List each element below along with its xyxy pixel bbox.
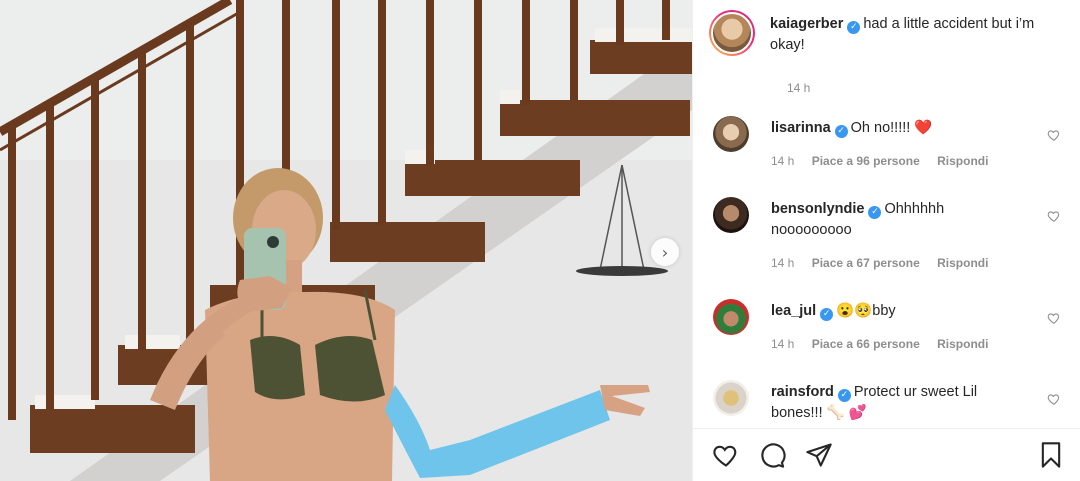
commenter-username[interactable]: rainsford [771, 384, 834, 400]
bookmark-icon[interactable] [1037, 441, 1065, 469]
comment-text-block: bensonlyndie ✓ Ohhhhhh nooooooooo [771, 199, 1021, 241]
verified-badge-icon: ✓ [834, 125, 848, 138]
comment-timestamp[interactable]: 14 h [771, 154, 794, 168]
post-action-bar [693, 428, 1080, 481]
comment-meta: 14 h Piace a 67 persone Rispondi [771, 256, 1002, 270]
author-username[interactable]: kaiagerber [770, 16, 843, 32]
author-avatar-image [711, 12, 753, 54]
comment-text-block: lisarinna ✓ Oh no!!!!! ❤️ [771, 118, 1021, 139]
comment-like-heart-icon[interactable] [1047, 128, 1061, 142]
commenter-avatar[interactable] [713, 197, 749, 233]
author-avatar[interactable] [709, 10, 755, 56]
photo-illustration [0, 0, 692, 481]
comment-meta: 14 h Piace a 66 persone Rispondi [771, 337, 1002, 351]
comment-timestamp[interactable]: 14 h [771, 256, 794, 270]
commenter-avatar[interactable] [713, 299, 749, 335]
comment-icon[interactable] [758, 441, 786, 469]
reply-button[interactable]: Rispondi [937, 337, 988, 351]
caption-timestamp[interactable]: 14 h [787, 81, 810, 95]
comment-like-count[interactable]: Piace a 67 persone [812, 256, 920, 270]
reply-button[interactable]: Rispondi [937, 154, 988, 168]
comment-meta: 14 h Piace a 96 persone Rispondi [771, 154, 1002, 168]
commenter-username[interactable]: bensonlyndie [771, 201, 864, 217]
comments-panel: kaiagerber ✓ had a little accident but i’m… [692, 0, 1080, 481]
chevron-right-icon: › [661, 242, 669, 262]
verified-badge-icon: ✓ [868, 206, 882, 219]
verified-badge-icon: ✓ [837, 389, 851, 402]
comment-text: Oh no!!!!! ❤️ [850, 120, 933, 136]
caption-text-block: kaiagerber ✓ had a little accident but i’m… [770, 14, 1070, 56]
comment-text: 😮🥺bby [836, 303, 896, 319]
comment-text-block: lea_jul ✓ 😮🥺bby [771, 301, 1021, 322]
paper-plane-icon[interactable] [805, 441, 833, 469]
commenter-username[interactable]: lisarinna [771, 120, 831, 136]
heart-icon[interactable] [712, 441, 740, 469]
comment-like-heart-icon[interactable] [1047, 209, 1061, 223]
commenter-avatar[interactable] [713, 116, 749, 152]
commenter-avatar[interactable] [713, 380, 749, 416]
verified-badge-icon: ✓ [847, 21, 861, 34]
comment-like-heart-icon[interactable] [1047, 392, 1061, 406]
comment-timestamp[interactable]: 14 h [771, 337, 794, 351]
carousel-next-button[interactable]: › [651, 238, 679, 266]
comment-like-count[interactable]: Piace a 66 persone [812, 337, 920, 351]
comment-text-block: rainsford ✓ Protect ur sweet Lil bones!!! … [771, 382, 1021, 424]
comment-like-count[interactable]: Piace a 96 persone [812, 154, 920, 168]
reply-button[interactable]: Rispondi [937, 256, 988, 270]
instagram-post-view: › kaiagerber ✓ had a little accident but i… [0, 0, 1080, 481]
commenter-username[interactable]: lea_jul [771, 303, 816, 319]
comment-like-heart-icon[interactable] [1047, 311, 1061, 325]
verified-badge-icon: ✓ [820, 308, 834, 321]
post-photo[interactable]: › [0, 0, 692, 481]
